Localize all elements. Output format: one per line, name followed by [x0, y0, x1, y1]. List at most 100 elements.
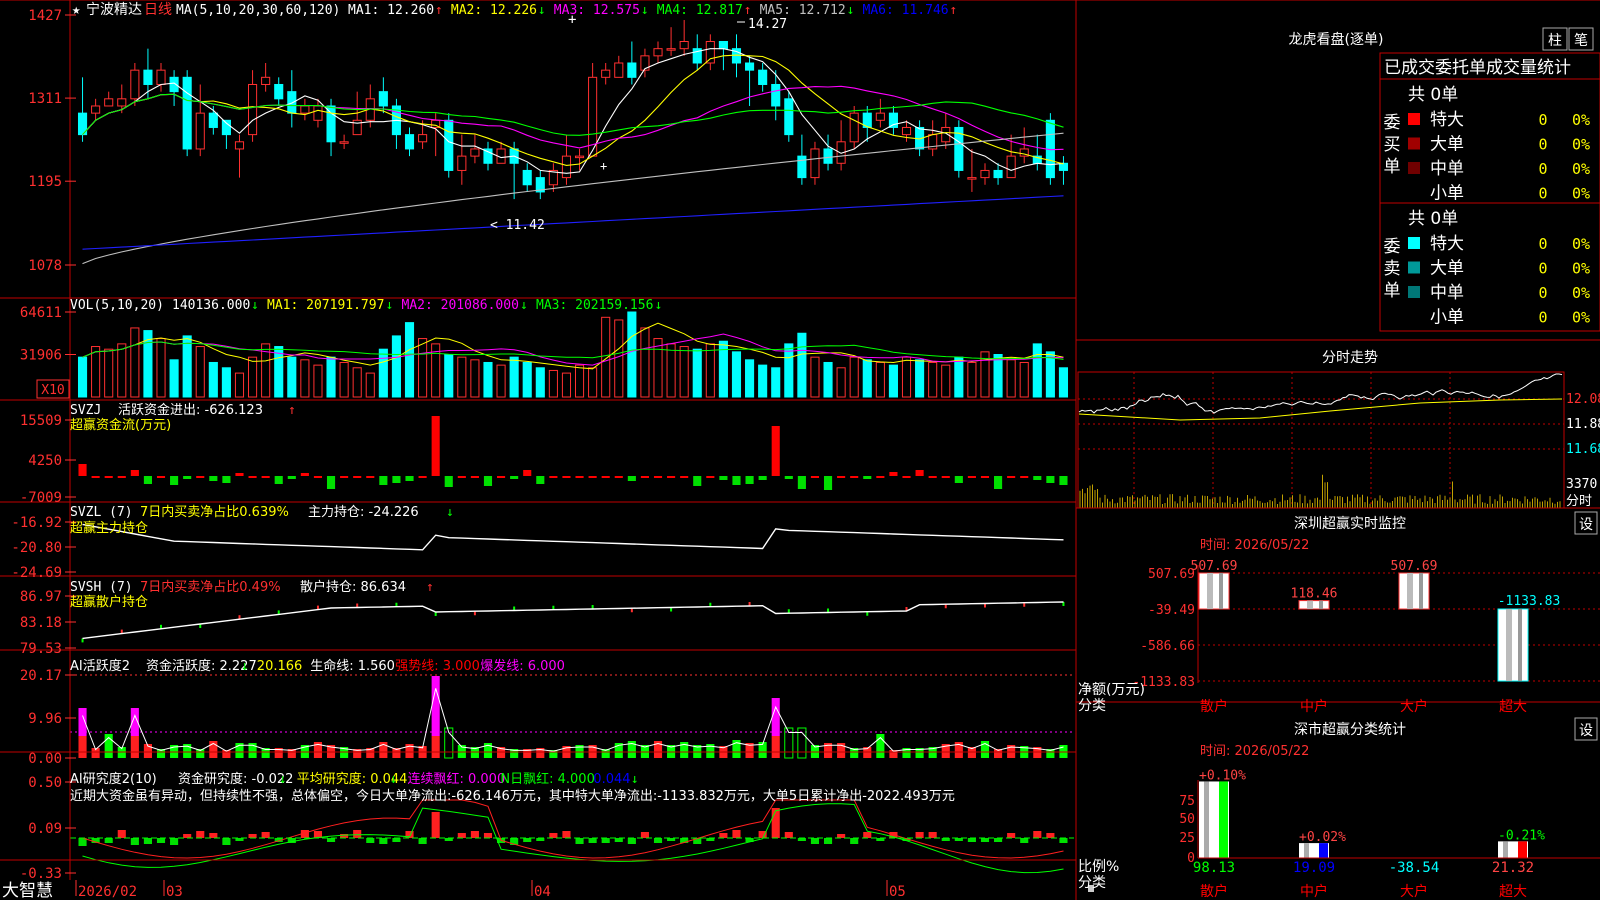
candle-body-up [313, 105, 323, 121]
svzj-bar-down [614, 476, 623, 478]
price-tick-label: 1311 [28, 91, 62, 107]
svzj-bar-up [300, 473, 309, 476]
svzl-subtitle: 超赢主力持仓 [70, 520, 148, 536]
date-label: 05 [889, 884, 906, 900]
volume-bar-down [404, 322, 415, 398]
ai-research-bar-down [575, 838, 584, 844]
candle-body-up [248, 83, 258, 136]
volume-bar-down [915, 359, 925, 398]
volume-bar-up [705, 343, 715, 398]
volume-bar-down [208, 361, 218, 398]
ai-research-bar-up [470, 831, 479, 838]
sz-class-value: 98.13 [1193, 860, 1235, 876]
svzj-bar-down [719, 476, 728, 480]
sell-row-volume: 0 [1538, 235, 1547, 253]
candle-body-up [705, 41, 715, 64]
ai-research-bar-down [614, 838, 623, 842]
sz-class-category: 散户 [1200, 883, 1228, 900]
sz-class-bar-散户 [1199, 781, 1229, 858]
volume-bar-down [888, 364, 898, 398]
sz-monitor-time: 时间: 2026/05/22 [1200, 538, 1309, 553]
ai-research-value: 0.044 [593, 772, 630, 787]
svzj-tick-label: 15509 [20, 413, 62, 429]
sz-class-change-label: +0.02% [1299, 830, 1346, 845]
volume-bar-up [679, 346, 689, 398]
svzj-bar-down [667, 476, 676, 478]
volume-bar-up [234, 372, 245, 398]
ai-research-bar-down [418, 838, 427, 844]
volume-bar-up [339, 361, 349, 398]
sz-class-time: 时间: 2026/05/22 [1200, 744, 1309, 759]
sell-swatch [1408, 286, 1420, 298]
svzj-bar-down [784, 476, 793, 479]
sell-swatch [1408, 261, 1420, 274]
sz-monitor-bar-shade [1319, 600, 1323, 609]
svzl-tick-label: -20.80 [11, 540, 62, 556]
ma-header: MA(5,10,20,30,60,120) [176, 3, 340, 18]
svsh-desc: 7日内买卖净占比0.49% [140, 579, 281, 595]
ai-research-bar-up [483, 833, 493, 838]
svzj-bar-down [1046, 476, 1055, 483]
candle-body-up [261, 76, 271, 85]
stock-terminal-canvas[interactable]: 1427 1311 1195 1078 ★ 宁波精达 日线 MA(5,10,20,30,60,… [0, 0, 1600, 900]
volume-bar-down [378, 348, 388, 398]
candle-body-up [901, 126, 912, 136]
ai-research-bar-down [823, 838, 833, 844]
dragon-section-title: 已成交委托单成交量统计 [1384, 58, 1571, 78]
volume-bar-down [221, 367, 231, 398]
svzj-bar-down [954, 476, 963, 483]
candle-body-up [470, 148, 480, 157]
candle-body-up [339, 141, 349, 144]
ai-research-bar-up [117, 830, 126, 838]
sz-class-unit: 比例% [1078, 859, 1119, 875]
sz-class-tick: 75 [1179, 794, 1195, 809]
sz-class-bar-中户 [1299, 843, 1329, 858]
buy-row-label: 大单 [1430, 135, 1464, 155]
sz-monitor-settings-label[interactable]: 设 [1579, 517, 1593, 533]
svzj-bar-down [653, 476, 663, 478]
svzj-bar-up [523, 470, 532, 476]
stock-name: 宁波精达 [86, 1, 142, 18]
svzj-bar-down [627, 476, 636, 481]
sz-class-bar-stripe [1319, 843, 1328, 858]
volume-bar-down [862, 359, 872, 398]
sz-class-settings-label[interactable]: 设 [1579, 723, 1593, 739]
ai-research-bar-up [771, 808, 780, 838]
buy-row-percent: 0% [1572, 136, 1590, 154]
sell-side-char: 单 [1384, 281, 1401, 301]
candle-body-up [1006, 155, 1016, 179]
volume-bar-up [457, 356, 467, 398]
volume-bar-up [574, 364, 585, 398]
cursor-cross-icon: + [568, 12, 576, 28]
candle-body-up [967, 177, 977, 180]
ai-research-bar-up [719, 833, 728, 838]
svzj-bar-up [130, 470, 139, 476]
svzj-bar-down [326, 476, 336, 489]
svzj-bar-down [1059, 476, 1068, 485]
svzj-bar-down [967, 476, 976, 478]
svzj-bar-down [1007, 476, 1016, 478]
candle-body-down [326, 105, 336, 143]
ma-arrow: ↓ [538, 3, 546, 18]
price-tick-label: 1078 [28, 258, 62, 274]
sz-class-category: 大户 [1400, 883, 1428, 900]
ai-active-value: 爆发线: 6.000 [480, 658, 565, 674]
ai-research-bar-up [431, 812, 440, 838]
sz-class-value: 21.32 [1492, 860, 1534, 876]
buy-row-volume: 0 [1538, 111, 1547, 129]
sz-monitor-category-label: 分类 [1078, 698, 1106, 714]
ai-research-bar-down [980, 838, 990, 842]
svzj-bar-down [640, 476, 649, 478]
volume-arrow: ↓ [386, 298, 394, 313]
svzj-bar-down [693, 476, 702, 486]
sz-class-bar-shade [1204, 781, 1209, 858]
ma5-line [82, 48, 1064, 174]
volume-bar-up [967, 361, 977, 398]
ma-value: MA3: 12.575 [554, 3, 640, 18]
intraday-title: 分时走势 [1322, 350, 1378, 366]
stroke-mode-label[interactable]: 笔 [1574, 33, 1588, 49]
svzj-arrow: ↑ [288, 403, 296, 418]
column-mode-label[interactable]: 柱 [1548, 33, 1562, 49]
sz-monitor-unit: 净额(万元) [1078, 682, 1145, 698]
intraday-avg-line [1078, 398, 1563, 421]
